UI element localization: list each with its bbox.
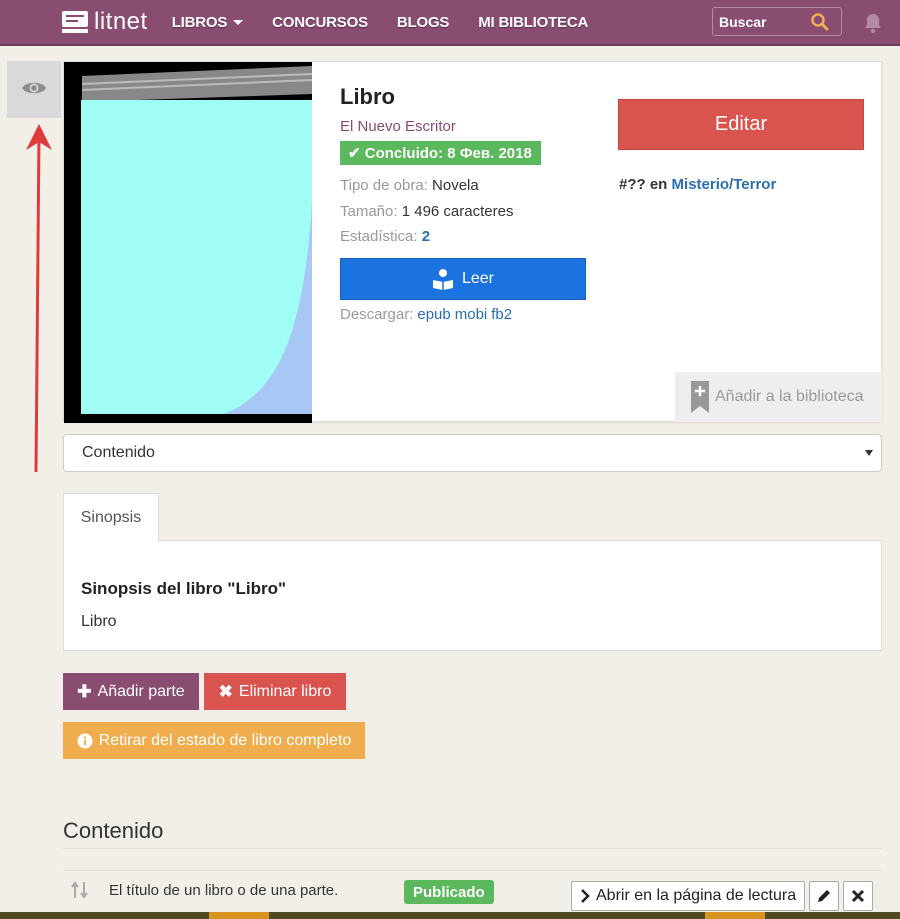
open-reading-page-label: Abrir en la página de lectura: [596, 887, 797, 904]
download-fb2[interactable]: fb2: [491, 306, 512, 323]
author-link[interactable]: El Nuevo Escritor: [340, 118, 590, 135]
logo-text: litnet: [94, 8, 148, 35]
divider: [63, 870, 882, 871]
read-label: Leer: [461, 269, 495, 287]
delete-part-button[interactable]: [843, 881, 873, 911]
read-button[interactable]: Leer: [340, 257, 586, 300]
check-icon: ✔: [348, 145, 361, 162]
withdraw-complete-button[interactable]: Retirar del estado de libro completo: [63, 722, 365, 759]
footer-bar: [0, 912, 900, 919]
book-title: Libro: [340, 84, 395, 109]
book-meta: Tipo de obra: Novela Tamaño: 1 496 carac…: [340, 173, 590, 250]
plus-icon: ✚: [77, 681, 92, 701]
pencil-icon: [816, 888, 832, 904]
genre-link[interactable]: Misterio/Terror: [672, 176, 777, 193]
main-nav: LIBROS CONCURSOS BLOGS MI BIBLIOTECA: [172, 14, 617, 31]
preview-toggle-button[interactable]: [7, 61, 61, 118]
size-value: 1 496 caracteres: [401, 202, 514, 220]
delete-book-label: Eliminar libro: [238, 682, 332, 700]
synopsis-text: Libro: [81, 613, 117, 630]
add-to-library-button[interactable]: Añadir a la biblioteca: [675, 372, 882, 422]
nav-blogs[interactable]: BLOGS: [397, 14, 450, 31]
info-icon: [77, 733, 93, 749]
delete-book-button[interactable]: ✖ Eliminar libro: [204, 673, 346, 710]
footer-accent: [705, 912, 765, 919]
annotation-arrow: [26, 124, 52, 473]
book-card: Libro El Nuevo Escritor ✔ Concluido: 8 Ф…: [63, 61, 882, 423]
chapter-title[interactable]: El título de un libro o de una parte.: [109, 882, 338, 899]
logo-icon: [62, 11, 88, 33]
status-badge: ✔ Concluido: 8 Фев. 2018: [340, 141, 541, 165]
top-navbar: litnet LIBROS CONCURSOS BLOGS MI BIBLIOT…: [0, 0, 900, 46]
close-icon: [851, 889, 865, 903]
add-part-label: Añadir parte: [97, 682, 185, 700]
add-to-library-label: Añadir a la biblioteca: [715, 388, 864, 405]
rank-in: en: [649, 176, 668, 193]
nav-libros[interactable]: LIBROS: [171, 13, 244, 31]
status-text: Concluido: 8 Фев. 2018: [364, 145, 532, 162]
stats-link[interactable]: 2: [422, 228, 430, 245]
divider: [63, 848, 882, 849]
type-label: Tipo de obra:: [340, 177, 428, 194]
book-cover: [64, 62, 312, 423]
contents-select[interactable]: Contenido: [63, 434, 882, 472]
size-label: Tamaño:: [340, 202, 398, 220]
published-badge: Publicado: [404, 880, 494, 904]
site-logo[interactable]: litnet: [62, 8, 148, 36]
synopsis-panel: Sinopsis del libro "Libro" Libro: [63, 540, 882, 651]
eye-icon: [21, 79, 47, 101]
chevron-right-icon: [580, 889, 590, 903]
download-label: Descargar:: [340, 305, 414, 323]
chevron-down-icon: [233, 19, 244, 25]
edit-button[interactable]: Editar: [618, 99, 864, 150]
tab-sinopsis[interactable]: Sinopsis: [63, 493, 159, 542]
rank-info: #?? en Misterio/Terror: [619, 176, 776, 193]
search-box: [712, 7, 842, 36]
synopsis-title: Sinopsis del libro "Libro": [81, 579, 287, 598]
edit-part-button[interactable]: [809, 881, 839, 911]
download-mobi[interactable]: mobi: [455, 306, 488, 323]
contents-heading: Contenido: [63, 818, 164, 843]
download-epub[interactable]: epub: [417, 306, 450, 323]
nav-concursos[interactable]: CONCURSOS: [272, 14, 368, 31]
bookmark-plus-icon: [691, 381, 709, 413]
dropdown-arrow-icon: [865, 450, 873, 456]
download-row: Descargar: epub mobi fb2: [340, 306, 590, 323]
withdraw-label: Retirar del estado de libro completo: [98, 731, 352, 749]
close-icon: ✖: [218, 681, 233, 701]
reader-icon: [432, 268, 454, 290]
rank-value: #??: [619, 176, 646, 193]
search-icon[interactable]: [809, 11, 831, 33]
add-part-button[interactable]: ✚ Añadir parte: [63, 673, 199, 710]
footer-accent: [209, 912, 269, 919]
sort-handle-icon[interactable]: [70, 881, 90, 899]
nav-mi-biblioteca[interactable]: MI BIBLIOTECA: [478, 14, 588, 31]
stats-label: Estadística:: [340, 228, 418, 245]
search-input[interactable]: [713, 13, 809, 30]
type-value: Novela: [432, 177, 479, 194]
open-reading-page-button[interactable]: Abrir en la página de lectura: [571, 881, 805, 911]
book-info: Libro El Nuevo Escritor ✔ Concluido: 8 Ф…: [340, 84, 590, 323]
nav-libros-label: LIBROS: [171, 13, 228, 31]
contents-select-value: Contenido: [82, 444, 155, 461]
bell-icon[interactable]: [862, 12, 884, 34]
